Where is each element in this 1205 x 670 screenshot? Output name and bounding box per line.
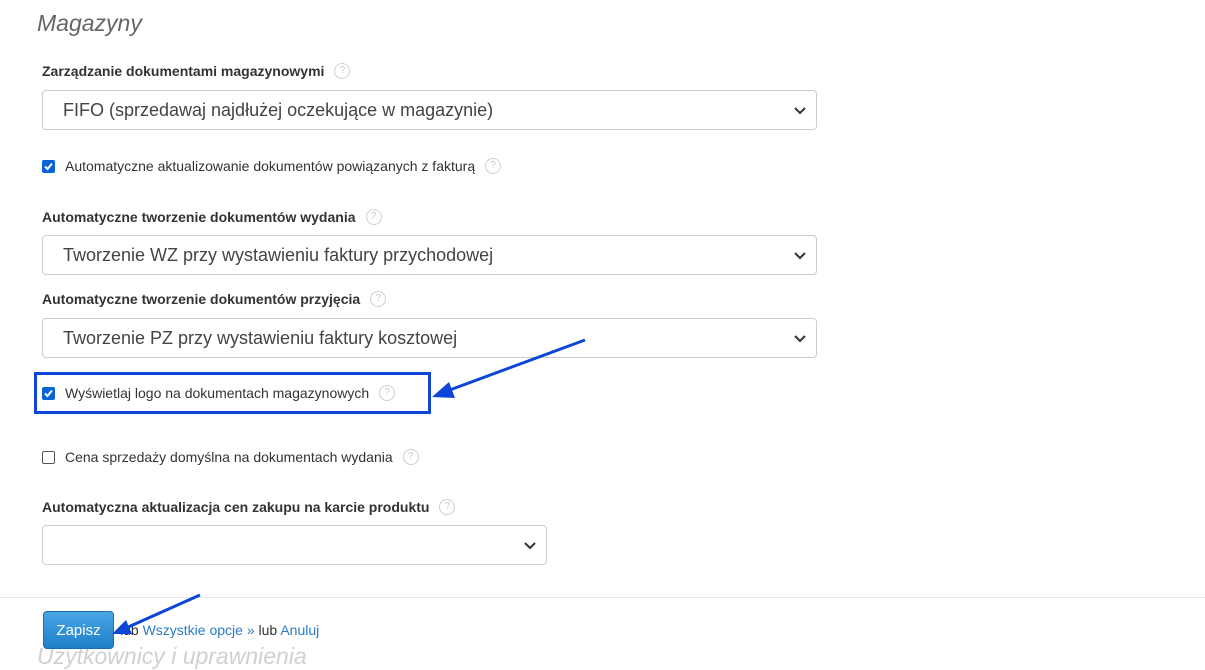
chevron-down-icon — [794, 252, 806, 260]
doc-management-label-text: Zarządzanie dokumentami magazynowymi — [42, 63, 325, 79]
help-icon[interactable]: ? — [379, 385, 396, 401]
footer-divider — [0, 597, 1205, 598]
auto-update-checkbox[interactable] — [42, 159, 55, 173]
help-icon[interactable]: ? — [370, 291, 387, 307]
show-logo-row: Wyświetlaj logo na dokumentach magazynow… — [42, 385, 396, 401]
receipt-docs-select[interactable]: Tworzenie PZ przy wystawieniu faktury ko… — [42, 318, 817, 358]
help-icon[interactable]: ? — [365, 209, 382, 225]
help-icon[interactable]: ? — [334, 63, 351, 79]
default-price-label: Cena sprzedaży domyślna na dokumentach w… — [65, 449, 393, 465]
help-icon[interactable]: ? — [485, 158, 502, 174]
auto-update-label: Automatyczne aktualizowanie dokumentów p… — [65, 158, 476, 174]
save-button[interactable]: Zapisz — [43, 611, 114, 649]
chevron-down-icon — [794, 335, 806, 343]
doc-management-label: Zarządzanie dokumentami magazynowymi ? — [42, 63, 351, 79]
doc-management-select[interactable]: FIFO (sprzedawaj najdłużej oczekujące w … — [42, 90, 817, 130]
all-options-link[interactable]: Wszystkie opcje » — [143, 622, 255, 638]
chevron-down-icon — [524, 542, 536, 550]
check-icon — [44, 162, 53, 170]
footer-lub-prefix: lub — [120, 622, 139, 638]
help-icon[interactable]: ? — [402, 449, 419, 465]
receipt-docs-value: Tworzenie PZ przy wystawieniu faktury ko… — [63, 327, 458, 348]
help-icon[interactable]: ? — [439, 499, 456, 515]
show-logo-label: Wyświetlaj logo na dokumentach magazynow… — [65, 385, 370, 401]
chevron-down-icon — [794, 107, 806, 115]
purchase-price-select[interactable] — [42, 525, 547, 565]
issue-docs-select[interactable]: Tworzenie WZ przy wystawieniu faktury pr… — [42, 235, 817, 275]
issue-docs-label: Automatyczne tworzenie dokumentów wydani… — [42, 209, 382, 225]
receipt-docs-label: Automatyczne tworzenie dokumentów przyję… — [42, 291, 387, 307]
section-title: Magazyny — [37, 10, 142, 36]
doc-management-value: FIFO (sprzedawaj najdłużej oczekujące w … — [63, 99, 494, 120]
default-price-checkbox[interactable] — [42, 450, 55, 464]
footer-links: lub Wszystkie opcje » lub Anuluj — [120, 622, 319, 638]
show-logo-checkbox[interactable] — [42, 386, 55, 400]
issue-docs-value: Tworzenie WZ przy wystawieniu faktury pr… — [63, 244, 494, 265]
purchase-price-label: Automatyczna aktualizacja cen zakupu na … — [42, 499, 456, 515]
receipt-docs-label-text: Automatyczne tworzenie dokumentów przyję… — [42, 291, 361, 307]
cancel-link[interactable]: Anuluj — [280, 622, 319, 638]
default-price-row: Cena sprzedaży domyślna na dokumentach w… — [42, 449, 419, 465]
footer-lub-middle: lub — [258, 622, 278, 638]
arrowhead-icon — [432, 382, 455, 398]
issue-docs-label-text: Automatyczne tworzenie dokumentów wydani… — [42, 209, 356, 225]
check-icon — [44, 389, 53, 397]
auto-update-row: Automatyczne aktualizowanie dokumentów p… — [42, 158, 502, 174]
purchase-price-label-text: Automatyczna aktualizacja cen zakupu na … — [42, 499, 430, 515]
